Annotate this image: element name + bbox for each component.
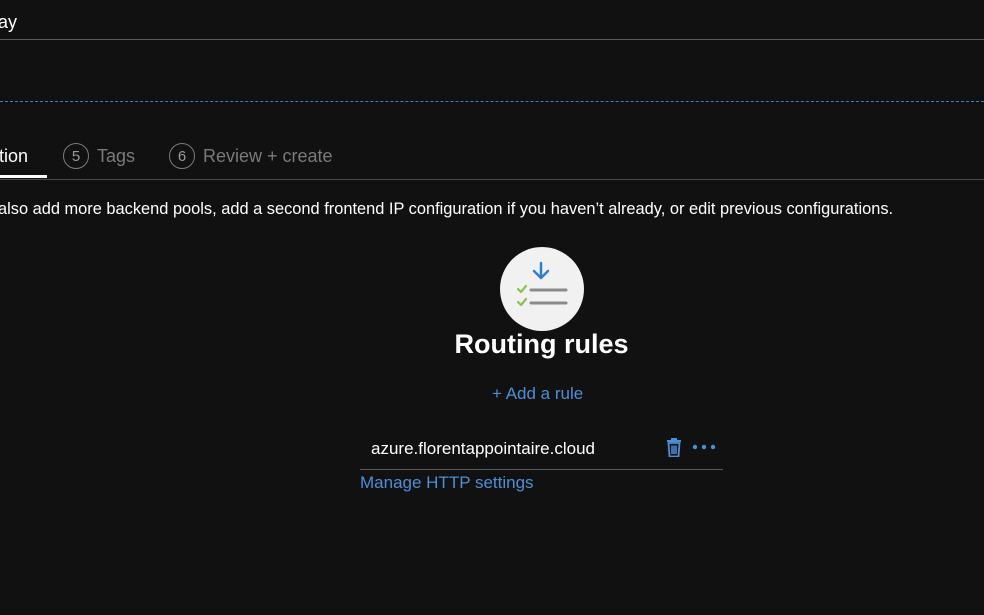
trash-icon[interactable] (666, 438, 682, 462)
dashed-divider (0, 101, 984, 102)
routing-rules-heading: Routing rules (454, 329, 629, 359)
step-number: 6 (169, 143, 195, 169)
tab-label: tion (0, 146, 29, 166)
manage-http-settings-link[interactable]: Manage HTTP settings (360, 473, 534, 493)
tab-label: Tags (97, 145, 136, 166)
tab-label: Review + create (203, 145, 333, 166)
rule-name[interactable]: azure.florentappointaire.cloud (371, 439, 595, 459)
add-rule-button[interactable]: + Add a rule (492, 384, 583, 404)
routing-rules-icon (500, 247, 584, 331)
section-description: also add more backend pools, add a secon… (0, 200, 894, 218)
header-divider (0, 39, 984, 40)
more-icon[interactable] (691, 437, 717, 462)
step-number: 5 (63, 143, 89, 169)
active-tab-indicator (0, 175, 47, 178)
list-item: azure.florentappointaire.cloud (360, 432, 723, 470)
wizard-tabs: tion 5 Tags 6 Review + create (0, 138, 984, 180)
page-title: ay (0, 12, 18, 32)
tab-review-create[interactable]: 6 Review + create (169, 143, 333, 169)
tab-tags[interactable]: 5 Tags (63, 143, 135, 169)
